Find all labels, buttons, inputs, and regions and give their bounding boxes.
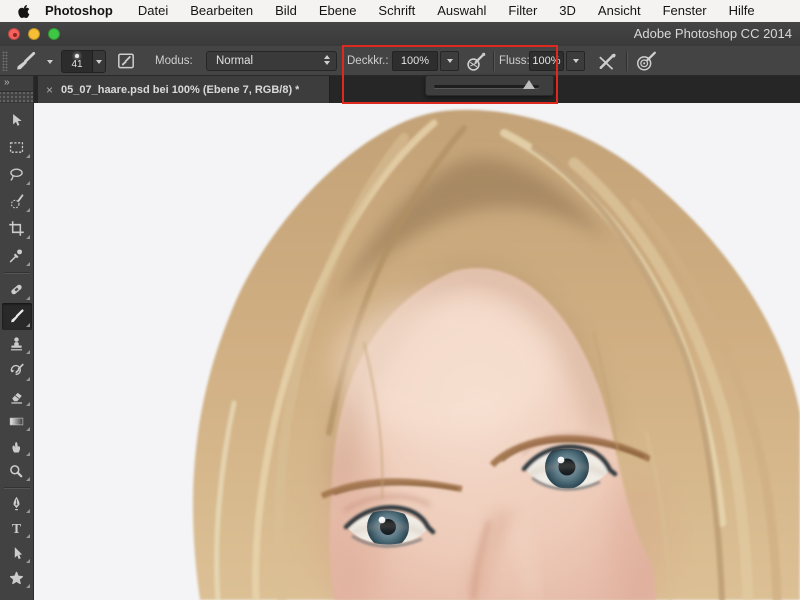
options-separator	[626, 51, 627, 71]
tools-panel-grip[interactable]	[0, 92, 33, 103]
brush-size-value: 41	[71, 58, 83, 70]
flow-input[interactable]: 100%	[529, 51, 564, 71]
dodge-tool-icon[interactable]	[2, 459, 32, 484]
opacity-label: Deckkr.:	[347, 55, 389, 67]
path-selection-tool-icon[interactable]	[2, 541, 32, 566]
tools-panel: » T	[0, 76, 34, 600]
options-bar-grip[interactable]	[2, 51, 8, 71]
opacity-slider-thumb[interactable]	[523, 80, 535, 89]
crop-tool-icon[interactable]	[2, 215, 32, 242]
clone-stamp-tool-icon[interactable]	[2, 330, 32, 357]
minimize-window-button[interactable]	[28, 28, 40, 40]
menu-item-3d[interactable]: 3D	[548, 0, 587, 22]
collapse-panel-button[interactable]: »	[0, 76, 33, 92]
brush-tool-icon[interactable]	[1, 303, 32, 330]
move-tool-icon[interactable]	[2, 107, 32, 134]
tools-separator	[3, 487, 30, 488]
pen-tool-icon[interactable]	[2, 491, 32, 516]
photoshop-window: Photoshop Datei Bearbeiten Bild Ebene Sc…	[0, 0, 800, 600]
portrait-photo	[34, 103, 800, 600]
apple-logo-icon[interactable]	[12, 4, 34, 19]
eraser-tool-icon[interactable]	[2, 384, 32, 409]
blend-mode-select[interactable]: Normal	[206, 51, 337, 71]
smudge-tool-icon[interactable]	[2, 434, 32, 459]
options-separator	[493, 51, 494, 71]
window-title: Adobe Photoshop CC 2014	[633, 26, 792, 41]
flow-label: Fluss:	[499, 55, 530, 67]
history-brush-tool-icon[interactable]	[2, 357, 32, 384]
healing-brush-tool-icon[interactable]	[2, 276, 32, 303]
lasso-tool-icon[interactable]	[2, 161, 32, 188]
tool-options-bar: 41 Modus: Normal Deckkr.: 100% Fluss: 10…	[0, 46, 800, 76]
opacity-slider-popup	[425, 75, 554, 96]
airbrush-icon[interactable]	[594, 50, 620, 73]
menu-item-fenster[interactable]: Fenster	[652, 0, 718, 22]
menu-item-photoshop[interactable]: Photoshop	[34, 0, 127, 22]
svg-text:T: T	[12, 521, 21, 536]
brush-preset-icon[interactable]	[13, 50, 37, 72]
select-updown-icon	[324, 55, 330, 65]
brush-panel-toggle-icon[interactable]	[115, 51, 137, 71]
document-tab[interactable]: × 05_07_haare.psd bei 100% (Ebene 7, RGB…	[38, 76, 330, 103]
menu-item-hilfe[interactable]: Hilfe	[718, 0, 766, 22]
brush-preset-caret-icon[interactable]	[47, 60, 53, 64]
type-tool-icon[interactable]: T	[2, 516, 32, 541]
gradient-tool-icon[interactable]	[2, 409, 32, 434]
close-window-button[interactable]	[8, 28, 20, 40]
brush-tip-preview-icon	[75, 53, 79, 58]
custom-shape-tool-icon[interactable]	[2, 566, 32, 591]
rect-marquee-tool-icon[interactable]	[2, 134, 32, 161]
menu-item-bild[interactable]: Bild	[264, 0, 308, 22]
brush-size-picker[interactable]: 41	[61, 50, 106, 73]
quick-selection-tool-icon[interactable]	[2, 188, 32, 215]
window-title-bar: Adobe Photoshop CC 2014	[0, 22, 800, 46]
blend-mode-label: Modus:	[155, 55, 193, 67]
pressure-size-icon[interactable]	[634, 50, 659, 73]
zoom-window-button[interactable]	[48, 28, 60, 40]
photo-canvas[interactable]	[34, 103, 800, 600]
pressure-opacity-icon[interactable]	[464, 50, 489, 73]
menu-bar: Photoshop Datei Bearbeiten Bild Ebene Sc…	[0, 0, 800, 22]
flow-slider-caret[interactable]	[566, 51, 585, 71]
blend-mode-value: Normal	[216, 55, 254, 67]
menu-item-auswahl[interactable]: Auswahl	[426, 0, 497, 22]
tools-separator	[3, 272, 30, 273]
brush-size-caret[interactable]	[92, 51, 105, 72]
eyedropper-tool-icon[interactable]	[2, 242, 32, 269]
opacity-slider-caret[interactable]	[440, 51, 459, 71]
menu-item-ansicht[interactable]: Ansicht	[587, 0, 652, 22]
opacity-input[interactable]: 100%	[392, 51, 438, 71]
menu-item-bearbeiten[interactable]: Bearbeiten	[179, 0, 264, 22]
close-tab-icon[interactable]: ×	[46, 84, 53, 96]
menu-item-datei[interactable]: Datei	[127, 0, 179, 22]
menu-item-schrift[interactable]: Schrift	[367, 0, 426, 22]
document-tab-bar: × 05_07_haare.psd bei 100% (Ebene 7, RGB…	[34, 76, 800, 103]
menu-item-filter[interactable]: Filter	[497, 0, 548, 22]
document-tab-title: 05_07_haare.psd bei 100% (Ebene 7, RGB/8…	[61, 83, 300, 96]
menu-item-ebene[interactable]: Ebene	[308, 0, 368, 22]
